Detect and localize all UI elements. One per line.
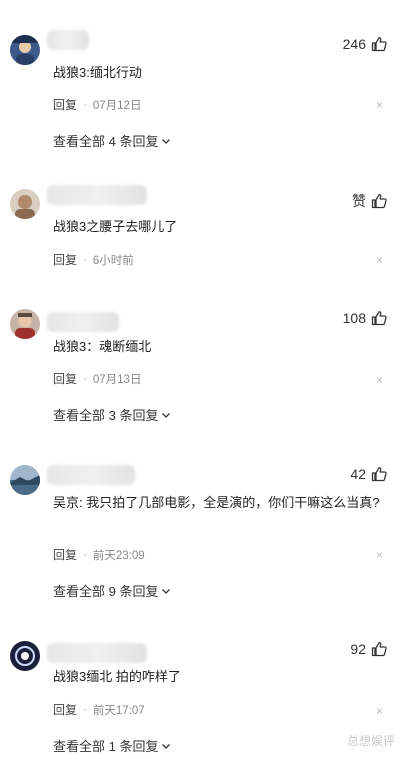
username[interactable] [47,312,119,332]
reply-button[interactable]: 回复 [53,701,77,718]
timestamp: 6小时前 [92,254,134,267]
like-button[interactable]: 赞 [352,191,387,211]
view-all-replies[interactable]: 查看全部 3 条回复 [53,405,171,424]
watermark: 总想娱评 [346,734,395,748]
separator-dot: · [83,372,87,385]
reply-button[interactable]: 回复 [53,546,77,563]
chevron-down-icon [162,743,171,749]
like-count: 92 [350,641,366,657]
comment-text: 战狼3缅北 拍的咋样了 [53,669,181,684]
thumbs-up-icon [371,642,387,657]
view-all-replies[interactable]: 查看全部 1 条回复 [53,736,171,755]
timestamp: 前天17:07 [92,704,145,717]
reply-button[interactable]: 回复 [53,251,77,268]
comment-meta: 回复 · 前天17:07 [53,701,145,718]
separator-dot: · [83,548,87,561]
close-icon[interactable]: × [376,374,383,386]
comment-text: 吴京: 我只拍了几部电影，全是演的，你们干嘛这么当真? [53,495,380,510]
username[interactable] [47,643,147,663]
view-all-replies-label: 查看全部 3 条回复 [53,408,159,423]
separator-dot: · [83,253,87,266]
like-count: 42 [350,466,366,482]
thumbs-up-icon [371,467,387,482]
like-button[interactable]: 92 [350,641,387,657]
avatar[interactable] [10,189,40,219]
like-button[interactable]: 108 [343,310,387,326]
username[interactable] [47,185,147,205]
timestamp: 07月13日 [92,373,142,386]
view-all-replies-label: 查看全部 9 条回复 [53,584,159,599]
reply-button[interactable]: 回复 [53,370,77,387]
avatar[interactable] [10,641,40,671]
separator-dot: · [83,703,87,716]
close-icon[interactable]: × [376,254,383,266]
view-all-replies[interactable]: 查看全部 9 条回复 [53,581,171,600]
close-icon[interactable]: × [376,705,383,717]
like-count: 赞 [352,193,366,209]
like-button[interactable]: 42 [350,466,387,482]
close-icon[interactable]: × [376,549,383,561]
thumbs-up-icon [371,194,387,209]
like-count: 108 [342,310,366,326]
thumbs-up-icon [371,311,387,326]
comment-meta: 回复 · 07月13日 [53,370,141,387]
timestamp: 前天23:09 [92,549,145,562]
comment-meta: 回复 · 6小时前 [53,251,134,268]
avatar[interactable] [10,309,40,339]
comment-text: 战狼3：魂断缅北 [53,339,152,354]
comment-meta: 回复 · 前天23:09 [53,546,145,563]
username[interactable] [47,465,135,485]
avatar[interactable] [10,465,40,495]
chevron-down-icon [162,412,171,418]
comment-text: 战狼3之腰子去哪儿了 [53,219,178,234]
view-all-replies-label: 查看全部 1 条回复 [53,739,159,754]
comment-item: 92 战狼3缅北 拍的咋样了 回复 · 前天17:07 × 查看全部 1 条回复 [0,0,401,754]
chevron-down-icon [162,588,171,594]
